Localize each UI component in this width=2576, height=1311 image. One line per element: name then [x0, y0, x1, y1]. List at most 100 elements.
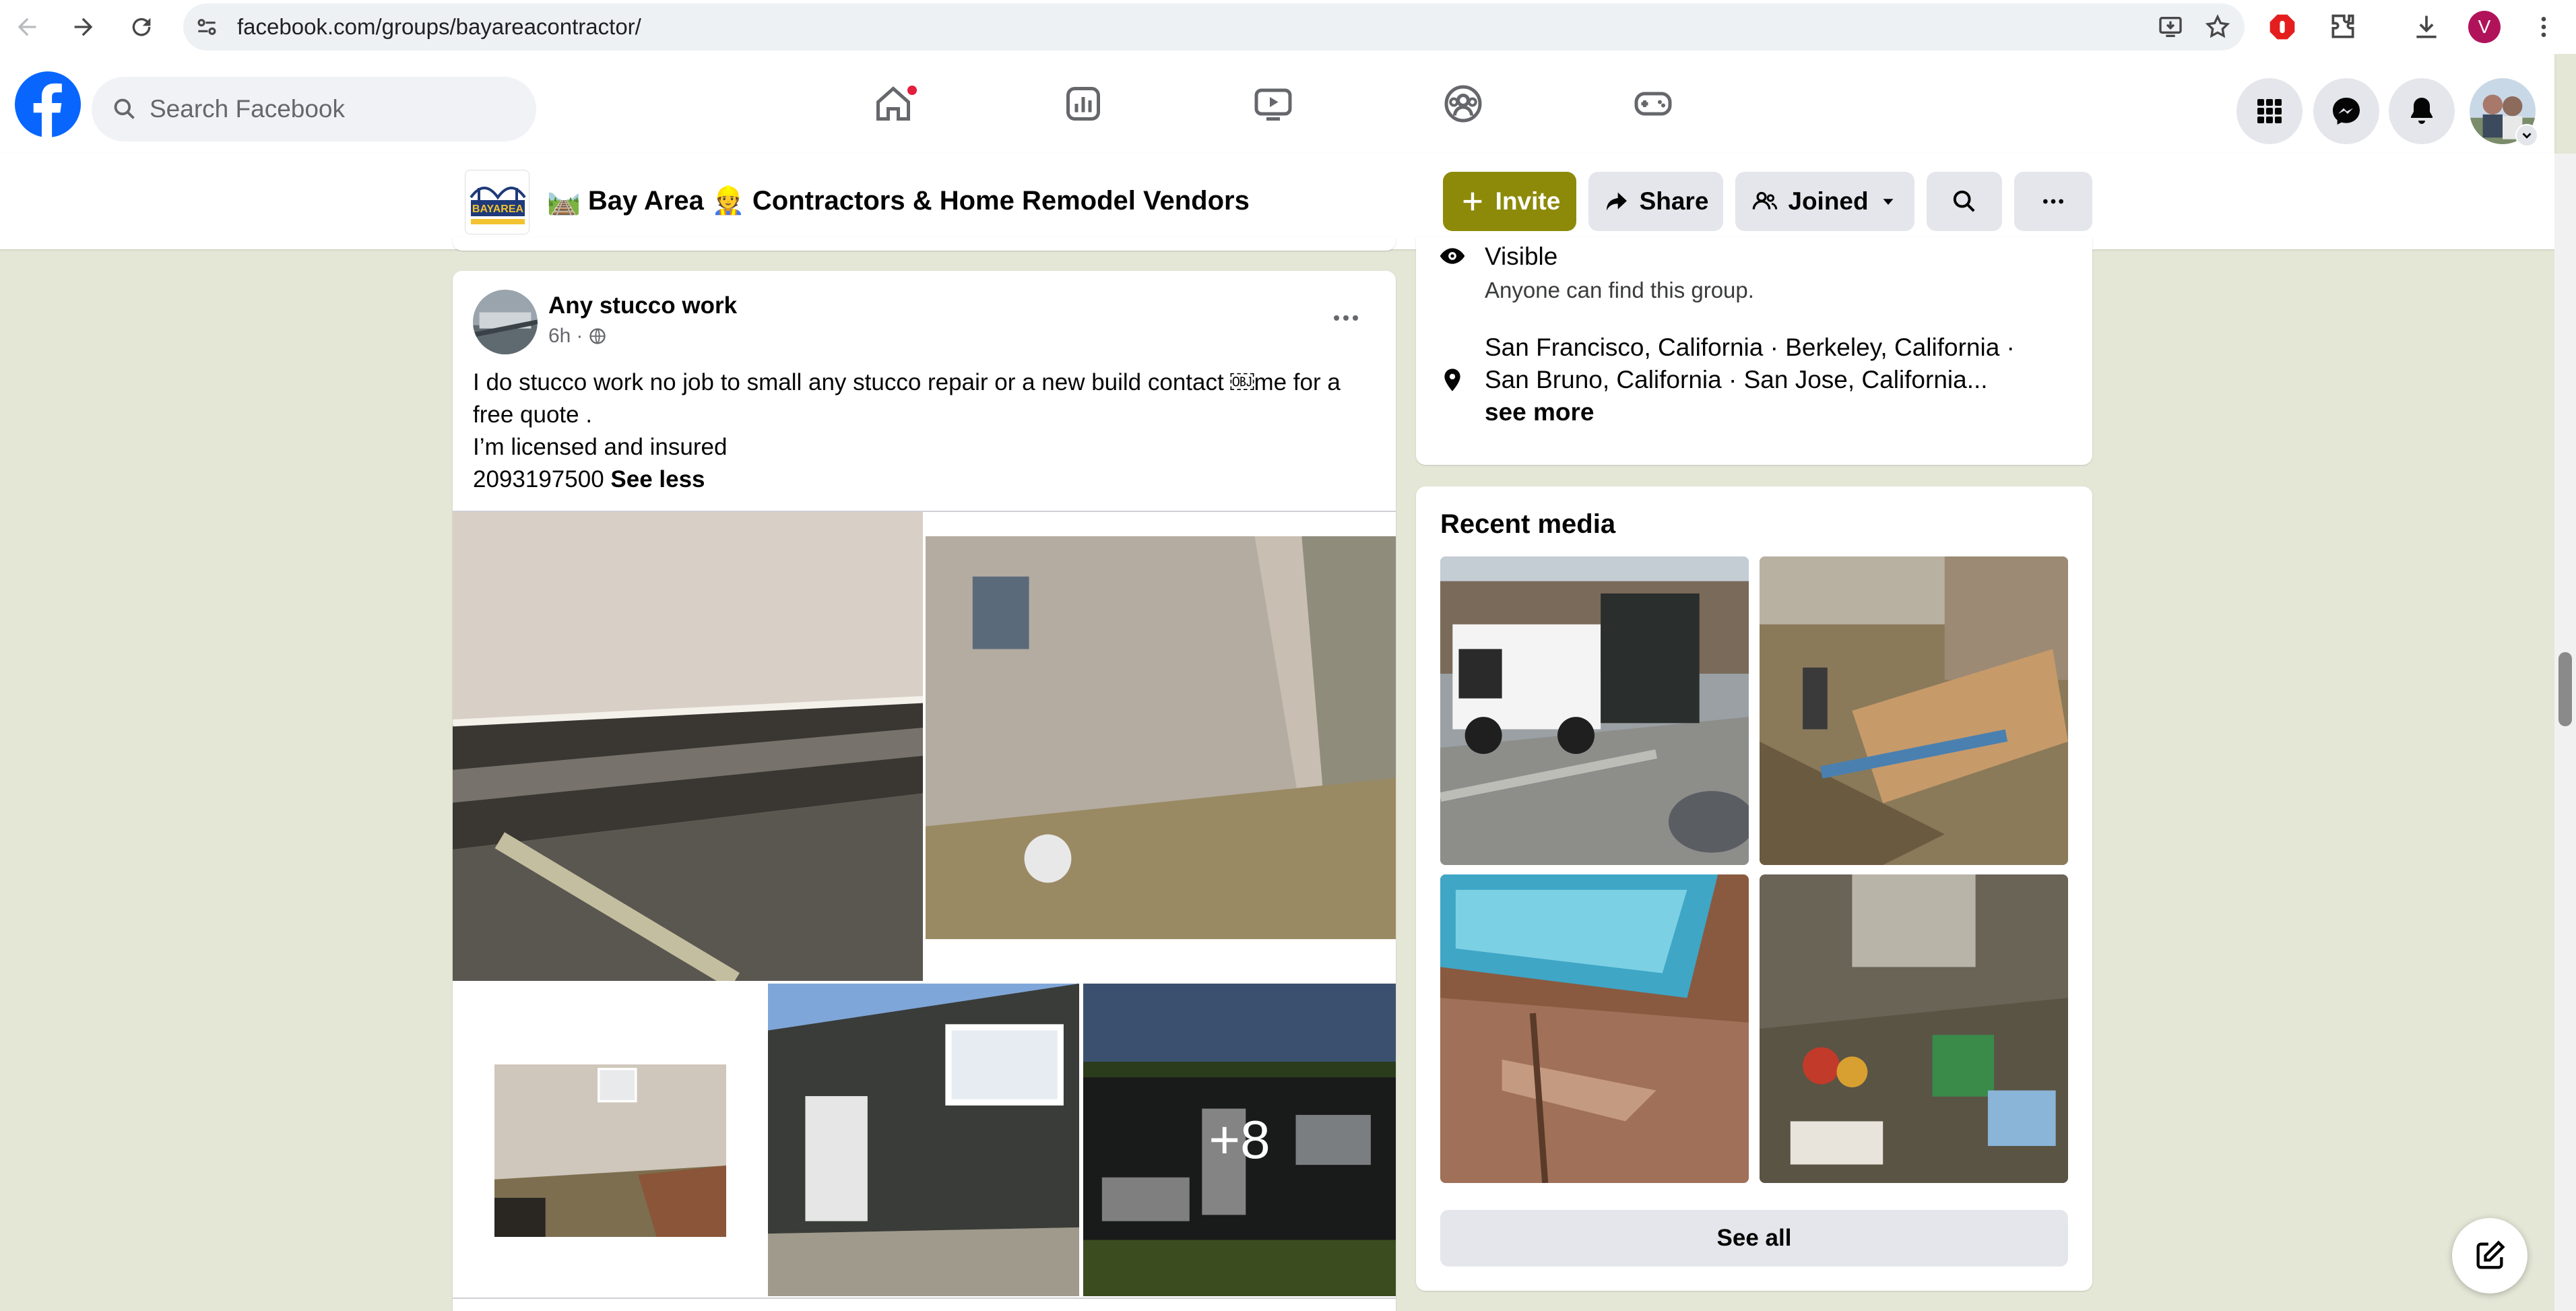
members-icon	[1753, 191, 1778, 210]
notification-dot	[905, 84, 919, 97]
facebook-logo-icon[interactable]	[15, 71, 81, 137]
plus-icon	[1463, 192, 1482, 211]
post-photo-3[interactable]	[453, 984, 765, 1296]
location-text: San Francisco, California · Berkeley, Ca…	[1485, 331, 2015, 428]
post-text-line: I’m licensed and insured	[473, 434, 728, 460]
browser-profile-avatar[interactable]: V	[2468, 0, 2501, 54]
arrow-right-icon	[74, 18, 93, 36]
post-card: Any stucco work 6h · I do stucco work no…	[453, 271, 1396, 1311]
downloads-icon[interactable]	[2412, 0, 2441, 54]
extensions-puzzle-icon[interactable]	[2328, 0, 2358, 54]
visibility-title: Visible	[1485, 243, 1558, 270]
tab-home[interactable]	[812, 54, 974, 154]
search-icon	[114, 98, 135, 119]
new-message-button[interactable]	[2452, 1218, 2527, 1293]
previous-post-card	[453, 237, 1396, 251]
post-text-line: I do stucco work no job to small any stu…	[473, 369, 1341, 428]
globe-icon	[589, 328, 606, 344]
post-divider	[453, 1298, 1396, 1299]
location-line: San Bruno, California · San Jose, Califo…	[1485, 366, 1988, 393]
share-button[interactable]: Share	[1588, 172, 1723, 231]
share-arrow-icon	[1606, 192, 1627, 211]
eye-icon	[1440, 248, 1465, 264]
feeds-icon	[1066, 87, 1100, 121]
page-scrollbar[interactable]	[2554, 154, 2576, 1311]
group-search-button[interactable]	[1927, 172, 2002, 231]
compose-icon	[2476, 1240, 2505, 1269]
see-more-link[interactable]: see more	[1485, 396, 2015, 428]
facebook-search-input[interactable]: Search Facebook	[92, 77, 536, 141]
meta-separator: ·	[576, 325, 583, 347]
joined-button[interactable]: Joined	[1735, 172, 1914, 231]
media-item[interactable]	[1440, 874, 1749, 1183]
visibility-description: Anyone can find this group.	[1485, 278, 1754, 302]
menu-button[interactable]	[2236, 78, 2303, 144]
post-author-avatar[interactable]	[473, 290, 538, 354]
tab-feeds[interactable]	[1002, 54, 1164, 154]
tab-groups[interactable]	[1382, 54, 1544, 154]
post-time[interactable]: 6h	[548, 325, 571, 348]
group-title[interactable]: 🛤️ Bay Area 👷 Contractors & Home Remodel…	[547, 185, 1250, 216]
install-app-icon[interactable]	[2157, 13, 2184, 40]
reload-button[interactable]	[115, 0, 168, 54]
see-all-label: See all	[1716, 1225, 1792, 1251]
post-photo-5[interactable]: +8	[1083, 984, 1396, 1296]
groups-icon	[1444, 85, 1482, 123]
group-header-bar: BAYAREA 🛤️ Bay Area 👷 Contractors & Home…	[0, 154, 2554, 249]
facebook-top-nav: Search Facebook	[0, 54, 2554, 154]
media-item[interactable]	[1760, 874, 2068, 1183]
invite-label: Invite	[1495, 187, 1561, 215]
post-text: I do stucco work no job to small any stu…	[473, 366, 1376, 496]
media-item[interactable]	[1440, 556, 1749, 865]
scrollbar-thumb[interactable]	[2558, 652, 2572, 726]
arrow-left-icon	[18, 18, 36, 36]
reload-icon	[132, 18, 151, 36]
forward-button[interactable]	[57, 0, 110, 54]
caret-down-icon	[1883, 199, 1894, 205]
profile-initial: V	[2468, 11, 2501, 43]
post-photo-4[interactable]	[768, 984, 1079, 1296]
back-button[interactable]	[0, 0, 54, 54]
gamepad-icon	[1634, 92, 1672, 116]
post-options-button[interactable]	[1326, 298, 1366, 338]
share-label: Share	[1639, 187, 1709, 215]
invite-button[interactable]: Invite	[1443, 172, 1576, 231]
location-line: San Francisco, California · Berkeley, Ca…	[1485, 333, 2015, 361]
recent-media-card: Recent media See all	[1416, 486, 2092, 1291]
see-all-button[interactable]: See all	[1440, 1210, 2068, 1267]
more-photos-count: +8	[1209, 1110, 1270, 1170]
adblock-extension-icon[interactable]	[2267, 0, 2297, 54]
bell-icon	[2411, 98, 2433, 124]
search-icon	[1953, 190, 1975, 212]
location-pin-icon	[1444, 369, 1460, 391]
post-phone: 2093197500	[473, 466, 604, 492]
url-text[interactable]: facebook.com/groups/bayareacontractor/	[237, 14, 641, 40]
group-thumb-text: BAYAREA	[472, 203, 524, 215]
bookmark-star-icon[interactable]	[2204, 13, 2231, 40]
post-photo-1[interactable]	[453, 512, 923, 981]
see-less-link[interactable]: See less	[610, 466, 705, 492]
tab-video[interactable]	[1192, 54, 1354, 154]
recent-media-title: Recent media	[1440, 509, 1616, 539]
browser-menu-icon[interactable]	[2530, 0, 2557, 54]
group-cover-thumbnail[interactable]: BAYAREA	[465, 170, 529, 234]
media-item[interactable]	[1760, 556, 2068, 865]
browser-toolbar: facebook.com/groups/bayareacontractor/ V	[0, 0, 2576, 54]
joined-label: Joined	[1788, 187, 1869, 215]
search-placeholder: Search Facebook	[150, 95, 346, 123]
site-settings-icon[interactable]	[183, 3, 230, 51]
video-icon	[1254, 88, 1292, 121]
more-dots-icon	[1334, 315, 1358, 321]
notifications-button[interactable]	[2389, 78, 2455, 144]
group-more-button[interactable]	[2014, 172, 2092, 231]
account-chevron-icon[interactable]	[2515, 124, 2538, 147]
grid-menu-icon	[2257, 99, 2282, 123]
post-author-name[interactable]: Any stucco work	[548, 292, 737, 319]
address-bar[interactable]: facebook.com/groups/bayareacontractor/	[183, 3, 2245, 51]
group-about-card: Visible Anyone can find this group. San …	[1416, 237, 2092, 465]
messenger-button[interactable]	[2313, 78, 2379, 144]
tab-gaming[interactable]	[1572, 54, 1734, 154]
post-photo-2[interactable]	[926, 536, 1396, 939]
messenger-icon	[2333, 98, 2360, 125]
more-photos-overlay[interactable]: +8	[1083, 984, 1396, 1296]
